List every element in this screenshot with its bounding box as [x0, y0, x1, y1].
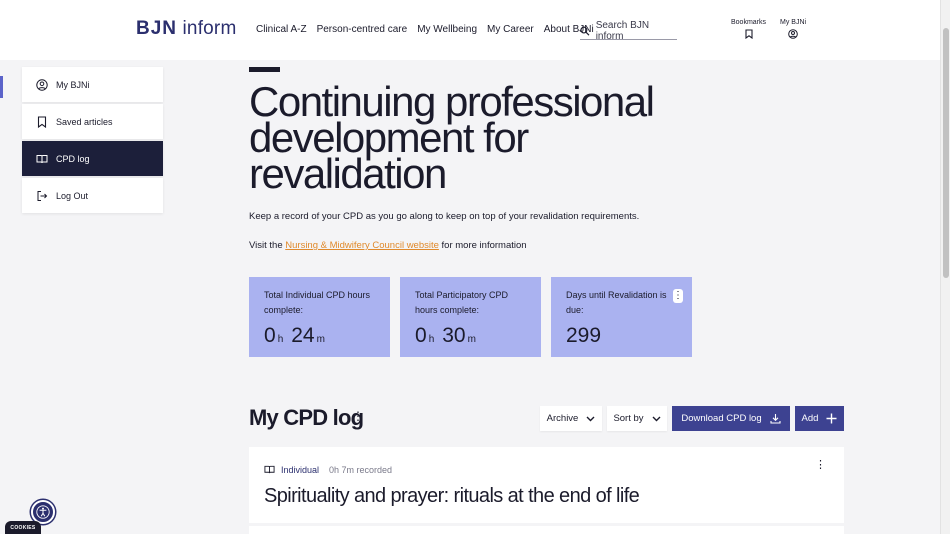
- stat-minutes-unit: m: [467, 334, 476, 345]
- add-label: Add: [801, 413, 819, 424]
- cpd-entry-card[interactable]: [249, 526, 844, 534]
- nav-clinical-a-z[interactable]: Clinical A-Z: [256, 24, 307, 35]
- user-circle-icon: [36, 78, 48, 91]
- bookmark-icon: [744, 29, 753, 39]
- account-menu: My BJNi Saved articles CPD log Log Out: [22, 67, 163, 215]
- stat-value: 0h 30 m: [415, 324, 482, 348]
- cookies-tab[interactable]: COOKIES: [5, 521, 41, 534]
- stat-hours: 0: [415, 324, 427, 347]
- my-bjni-button[interactable]: My BJNi: [780, 19, 806, 39]
- stat-days: 299: [566, 324, 602, 347]
- cpd-log-title: My CPD log: [249, 405, 364, 430]
- stat-card-individual: Total Individual CPD hours complete: 0h …: [249, 277, 390, 357]
- more-options-icon[interactable]: ⋮: [673, 289, 683, 303]
- logout-icon: [37, 190, 48, 201]
- sidebar-item-label: My BJNi: [56, 79, 90, 90]
- stat-minutes-unit: m: [316, 334, 325, 345]
- site-logo[interactable]: BJN inform: [136, 18, 237, 40]
- entry-title[interactable]: Spirituality and prayer: rituals at the …: [264, 485, 640, 508]
- page-scrollbar[interactable]: [940, 0, 950, 534]
- user-circle-icon: [788, 29, 798, 39]
- stat-minutes: 30: [442, 324, 466, 347]
- archive-button[interactable]: Archive: [540, 406, 602, 431]
- stat-card-revalidation: Days until Revalidation is due: 299 ⋮: [551, 277, 692, 357]
- bookmarks-label: Bookmarks: [731, 19, 767, 26]
- stat-label: Total Individual CPD hours complete:: [264, 290, 371, 315]
- visit-suffix: for more information: [438, 240, 527, 251]
- nav-my-wellbeing[interactable]: My Wellbeing: [417, 24, 477, 35]
- entry-type: Individual: [281, 464, 320, 475]
- logo-rest: inform: [182, 18, 237, 39]
- download-icon: [770, 414, 781, 424]
- visit-prefix: Visit the: [249, 240, 286, 251]
- stat-value: 0h 24 m: [264, 324, 331, 348]
- sidebar-item-label: Log Out: [56, 190, 89, 201]
- intro-text: Keep a record of your CPD as you go alon…: [249, 211, 640, 222]
- sidebar-item-label: CPD log: [56, 153, 90, 164]
- stat-hours-unit: h: [428, 334, 435, 345]
- plus-icon: [826, 413, 837, 424]
- visit-text: Visit the Nursing & Midwifery Council we…: [249, 240, 527, 251]
- archive-label: Archive: [546, 413, 579, 424]
- download-cpd-log-button[interactable]: Download CPD log: [672, 406, 790, 431]
- open-book-icon: [264, 465, 275, 474]
- more-options-icon[interactable]: ⋮: [815, 460, 826, 471]
- left-edge-indicator: [0, 76, 3, 98]
- open-book-icon: [36, 154, 48, 163]
- sidebar-item-my-bjni[interactable]: My BJNi: [22, 67, 163, 102]
- more-options-icon[interactable]: ⋮: [352, 410, 364, 422]
- stat-hours-unit: h: [277, 334, 284, 345]
- page-title: Continuing professional development for …: [249, 78, 655, 197]
- accessibility-icon: [36, 505, 50, 519]
- stat-card-participatory: Total Participatory CPD hours complete: …: [400, 277, 541, 357]
- nav-my-career[interactable]: My Career: [487, 24, 534, 35]
- sidebar-item-cpd-log[interactable]: CPD log: [22, 141, 163, 176]
- stat-value: 299: [566, 324, 601, 348]
- search-icon: [580, 26, 590, 36]
- my-bjni-label: My BJNi: [780, 19, 807, 26]
- nmc-website-link[interactable]: Nursing & Midwifery Council website: [285, 240, 439, 251]
- search-placeholder: Search BJN inform: [595, 19, 650, 42]
- hero-accent-bar: [249, 67, 280, 72]
- stat-label: Days until Revalidation is due:: [566, 290, 667, 315]
- sidebar-item-log-out[interactable]: Log Out: [22, 178, 163, 213]
- scrollbar-thumb[interactable]: [943, 28, 949, 278]
- chevron-down-icon: [652, 416, 661, 421]
- entry-recorded-time: 0h 7m recorded: [329, 464, 393, 475]
- sidebar-item-saved-articles[interactable]: Saved articles: [22, 104, 163, 139]
- add-button[interactable]: Add: [795, 406, 844, 431]
- stat-minutes: 24: [291, 324, 315, 347]
- chevron-down-icon: [586, 416, 595, 421]
- site-header: BJN inform Clinical A-Z Person-centred c…: [0, 0, 940, 60]
- cpd-entry-card[interactable]: Individual 0h 7m recorded Spirituality a…: [249, 447, 844, 523]
- stat-hours: 0: [264, 324, 276, 347]
- sort-by-button[interactable]: Sort by: [607, 406, 667, 431]
- main-nav: Clinical A-Z Person-centred care My Well…: [256, 24, 594, 35]
- nav-person-centred-care[interactable]: Person-centred care: [317, 24, 408, 35]
- logo-bold: BJN: [136, 18, 178, 39]
- stat-label: Total Participatory CPD hours complete:: [415, 290, 509, 315]
- entry-meta: Individual 0h 7m recorded: [264, 464, 392, 475]
- download-label: Download CPD log: [681, 413, 762, 424]
- search-field[interactable]: Search BJN inform: [580, 19, 677, 42]
- sort-by-label: Sort by: [613, 413, 644, 424]
- sidebar-item-label: Saved articles: [56, 116, 113, 127]
- bookmarks-button[interactable]: Bookmarks: [731, 19, 766, 39]
- bookmark-icon: [37, 115, 47, 128]
